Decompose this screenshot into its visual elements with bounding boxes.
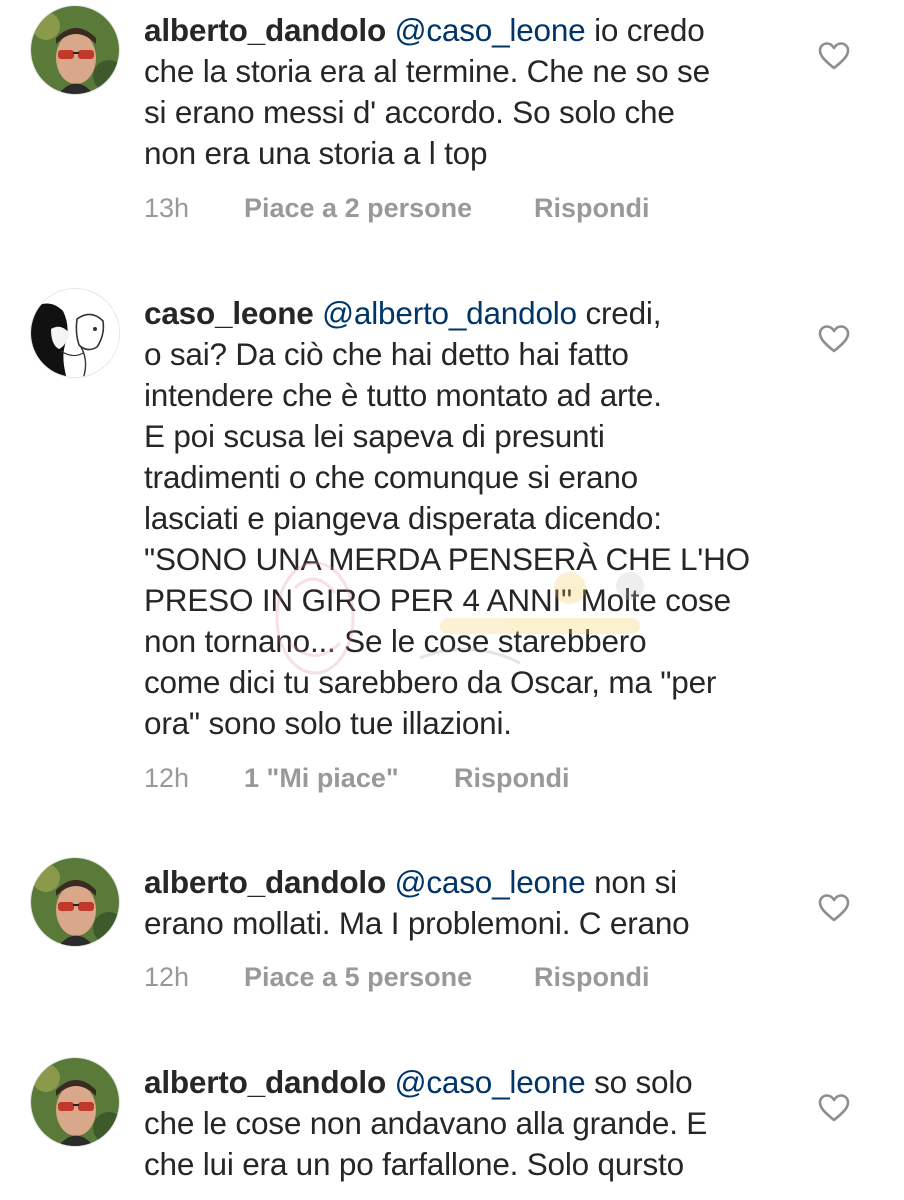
reply-button[interactable]: Rispondi: [534, 957, 650, 997]
comment-timestamp: 12h: [144, 962, 190, 992]
comment-mention[interactable]: @caso_leone: [395, 12, 586, 48]
comment-body: tradimenti o che comunque si erano: [144, 459, 638, 495]
comment-body: come dici tu sarebbero da Oscar, ma "per: [144, 664, 717, 700]
comment-body: credi,: [576, 295, 662, 331]
comment-body: non tornano... Se le cose starebbero: [144, 623, 647, 659]
avatar[interactable]: [30, 857, 120, 947]
comment-body: "SONO UNA MERDA PENSERÀ CHE L'HO: [144, 541, 750, 577]
likes-count-link[interactable]: Piace a 5 persone: [244, 957, 472, 997]
comment-username[interactable]: caso_leone: [144, 295, 314, 331]
avatar-couple-drawing-icon: [31, 289, 119, 377]
comment-body: che la storia era al termine. Che ne so …: [144, 53, 710, 89]
comment-text: alberto_dandolo @caso_leone io credo che…: [144, 10, 794, 174]
avatar[interactable]: [30, 1057, 120, 1147]
comment-body: non era una storia a l top: [144, 135, 488, 171]
heart-outline-icon[interactable]: [818, 1093, 850, 1123]
comment-timestamp: 13h: [144, 193, 190, 223]
comment-body: PRESO IN GIRO PER 4 ANNI" Molte cose: [144, 582, 731, 618]
heart-outline-icon[interactable]: [818, 893, 850, 923]
comment-body: E poi scusa lei sapeva di presunti: [144, 418, 605, 454]
likes-count-link[interactable]: Piace a 2 persone: [244, 188, 472, 228]
comment-username[interactable]: alberto_dandolo: [144, 864, 386, 900]
comment-mention[interactable]: @caso_leone: [395, 1064, 586, 1100]
comment-text: alberto_dandolo @caso_leone non si erano…: [144, 862, 794, 944]
heart-outline-icon[interactable]: [818, 41, 850, 71]
avatar-sunglasses-man-icon: [31, 858, 119, 946]
comment-body: so solo: [585, 1064, 693, 1100]
likes-count-link[interactable]: 1 "Mi piace": [244, 758, 399, 798]
comment-text: alberto_dandolo @caso_leone so solo che …: [144, 1062, 794, 1185]
comment-body: che le cose non andavano alla grande. E: [144, 1105, 708, 1141]
avatar-sunglasses-man-icon: [31, 1058, 119, 1146]
avatar-sunglasses-man-icon: [31, 6, 119, 94]
comment-mention[interactable]: @caso_leone: [395, 864, 586, 900]
reply-button[interactable]: Rispondi: [454, 758, 570, 798]
comment-body: ora" sono solo tue illazioni.: [144, 705, 512, 741]
avatar[interactable]: [30, 288, 120, 378]
avatar[interactable]: [30, 5, 120, 95]
comment-body: non si: [585, 864, 677, 900]
heart-outline-icon[interactable]: [818, 324, 850, 354]
comment-body: intendere che è tutto montato ad arte.: [144, 377, 662, 413]
comment-username[interactable]: alberto_dandolo: [144, 12, 386, 48]
comment-timestamp: 12h: [144, 763, 190, 793]
comment-username[interactable]: alberto_dandolo: [144, 1064, 386, 1100]
comment-text: caso_leone @alberto_dandolo credi, o sai…: [144, 293, 794, 744]
comment-body: o sai? Da ciò che hai detto hai fatto: [144, 336, 629, 372]
comment-body: io credo: [585, 12, 705, 48]
comment-body: lasciati e piangeva disperata dicendo:: [144, 500, 662, 536]
reply-button[interactable]: Rispondi: [534, 188, 650, 228]
comment-body: si erano messi d' accordo. So solo che: [144, 94, 675, 130]
comment-body: che lui era un po farfallone. Solo qurst…: [144, 1146, 684, 1182]
comment-mention[interactable]: @alberto_dandolo: [322, 295, 577, 331]
comment-body: erano mollati. Ma I problemoni. C erano: [144, 905, 690, 941]
